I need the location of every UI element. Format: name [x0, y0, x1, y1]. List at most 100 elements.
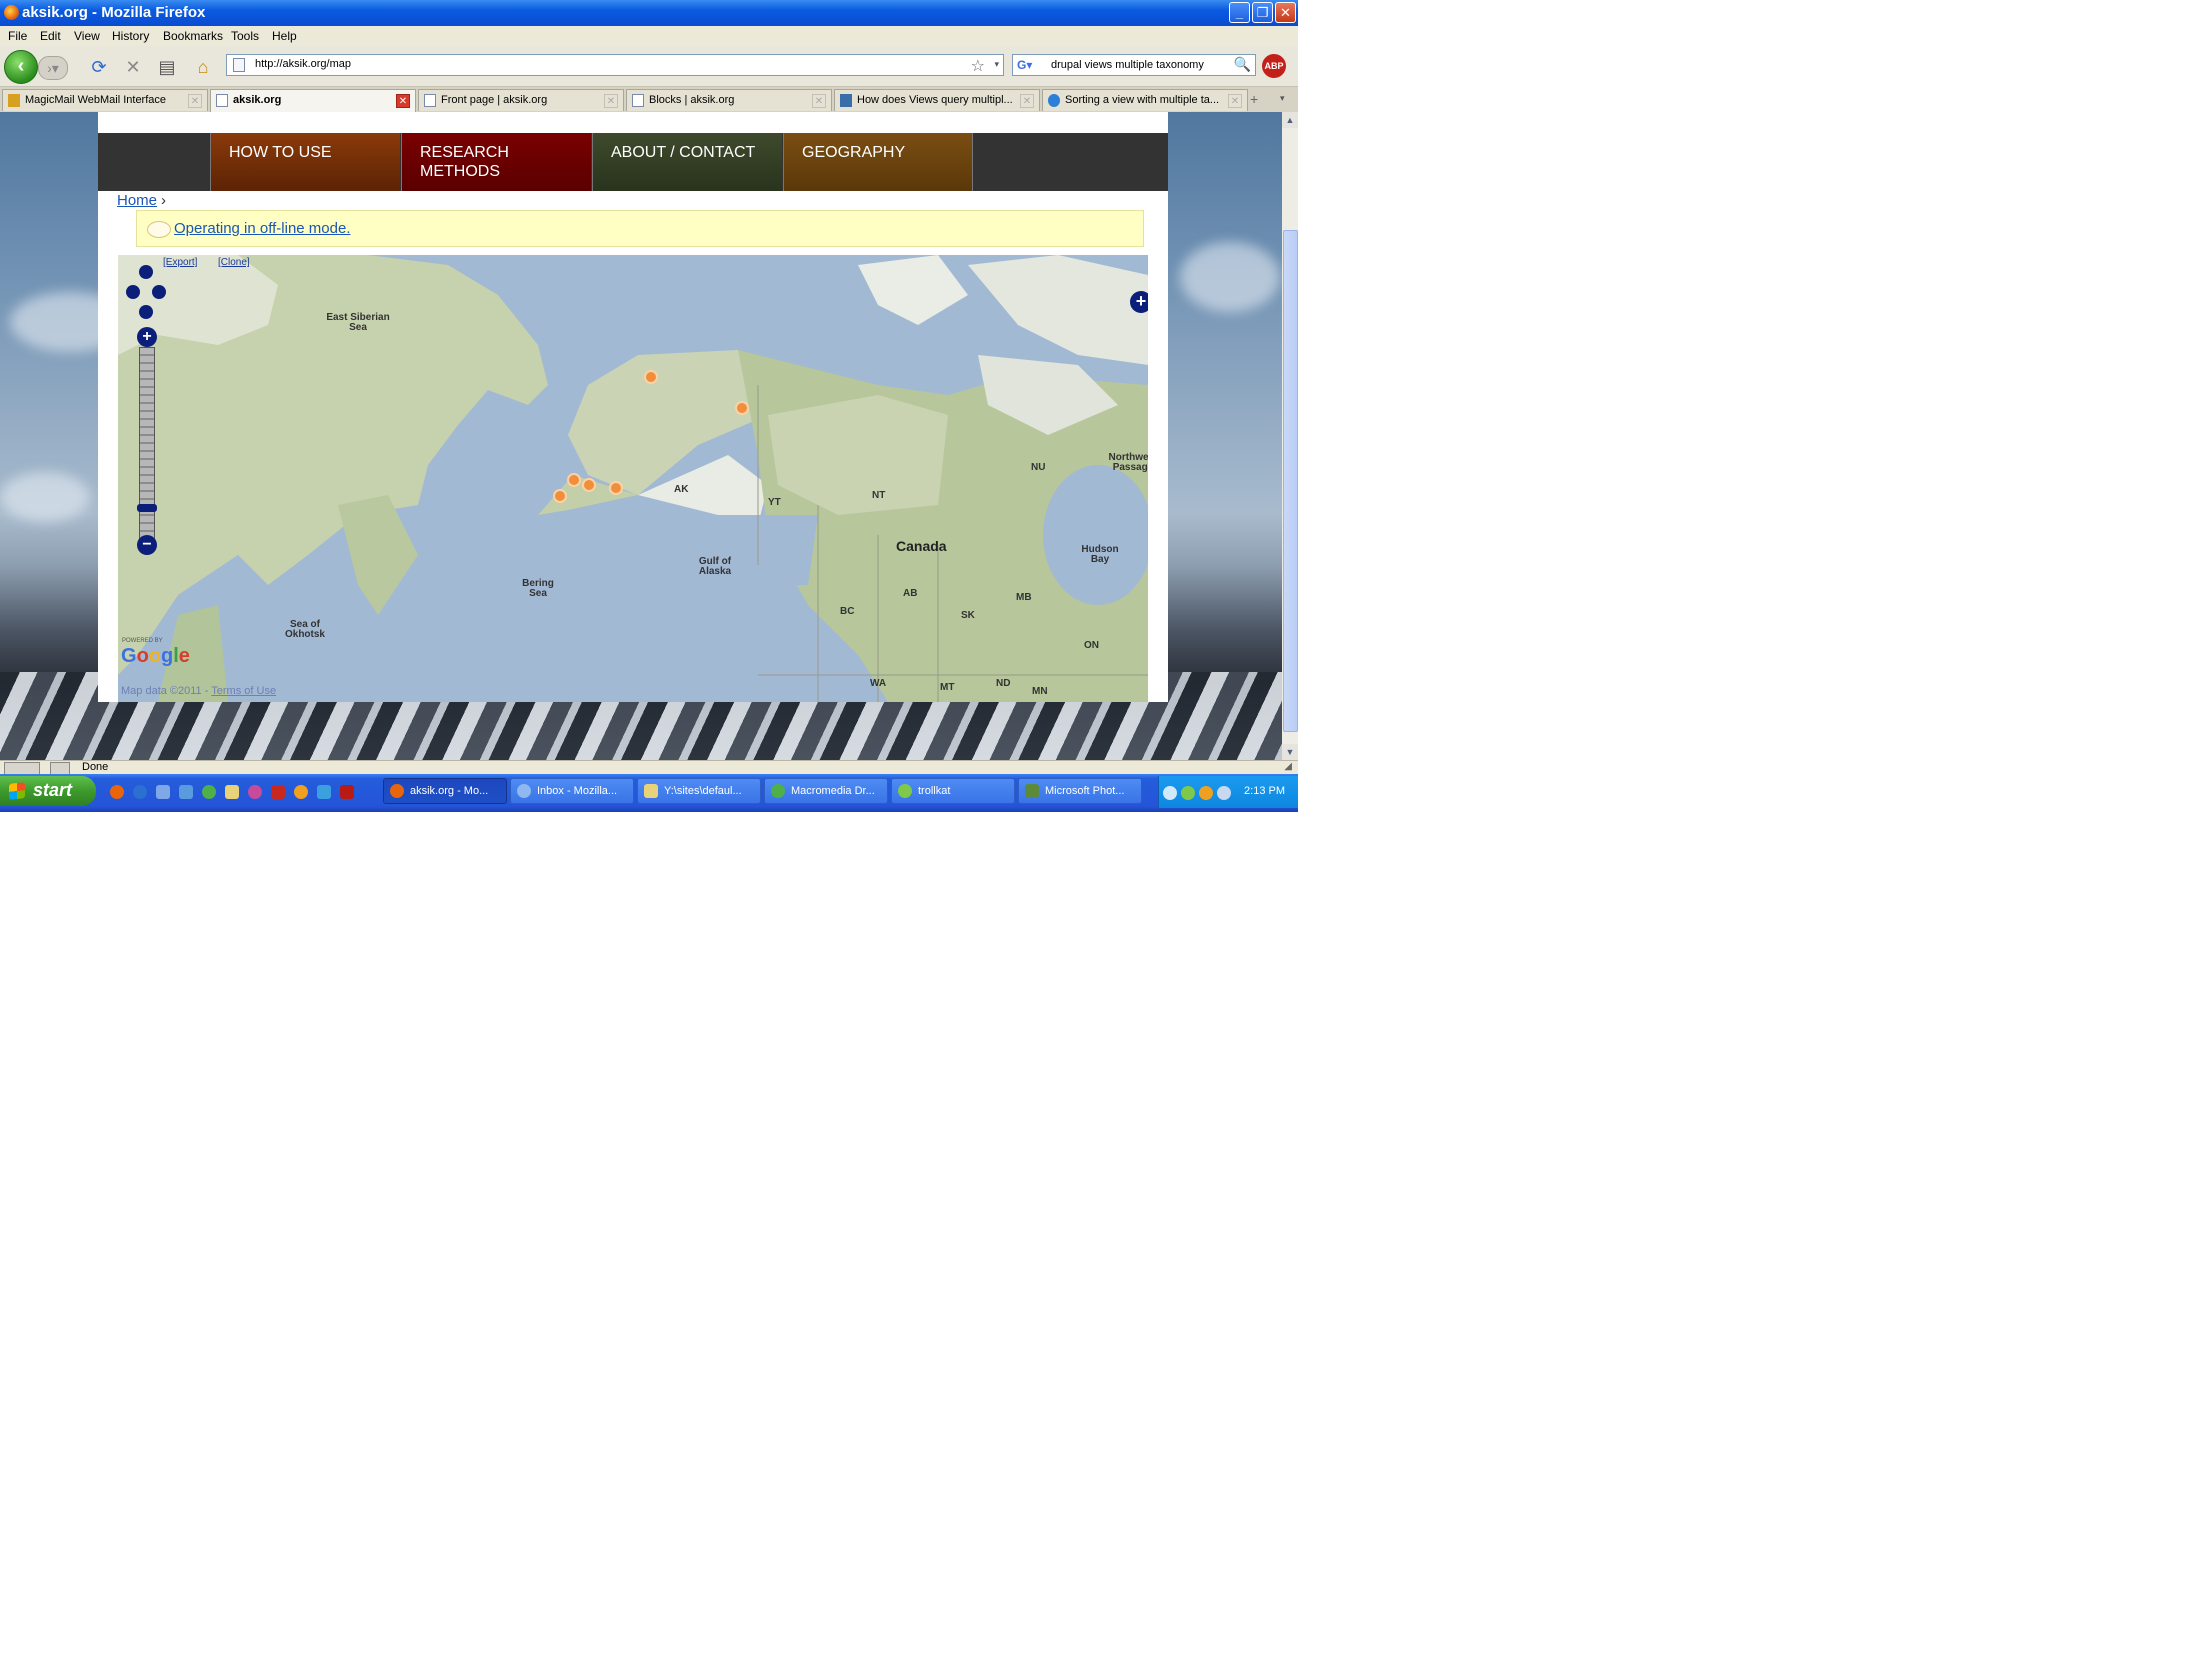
pan-up-icon[interactable] [139, 265, 153, 279]
menu-edit[interactable]: Edit [40, 29, 61, 43]
label-nt: NT [872, 490, 886, 501]
maximize-button[interactable]: ❐ [1252, 2, 1273, 23]
firefox-quicklaunch-icon[interactable] [110, 785, 124, 799]
new-tab-icon[interactable]: + [1250, 91, 1258, 107]
tab-close-icon[interactable]: ✕ [812, 94, 826, 108]
close-button[interactable]: ✕ [1275, 2, 1296, 23]
taskbar-clock[interactable]: 2:13 PM [1244, 785, 1285, 797]
url-dropdown-icon[interactable]: ▾ [994, 59, 999, 70]
tab-close-icon[interactable]: ✕ [188, 94, 202, 108]
app-quicklaunch-icon[interactable] [248, 785, 262, 799]
menu-history[interactable]: History [112, 29, 149, 43]
app2-quicklaunch-icon[interactable] [294, 785, 308, 799]
tab-close-icon[interactable]: ✕ [1228, 94, 1242, 108]
url-bar[interactable]: http://aksik.org/map ☆ ▾ [226, 54, 1004, 76]
pan-left-icon[interactable] [126, 285, 140, 299]
show-desktop-quicklaunch-icon[interactable] [156, 785, 170, 799]
tab-close-icon[interactable]: ✕ [396, 94, 410, 108]
map-marker[interactable] [735, 401, 749, 415]
layer-switcher-icon[interactable]: + [1130, 291, 1148, 313]
folder-quicklaunch-icon[interactable] [225, 785, 239, 799]
bookmark-star-icon[interactable]: ☆ [971, 56, 985, 76]
thunderbird-quicklaunch-icon[interactable] [133, 785, 147, 799]
menu-bookmarks[interactable]: Bookmarks [163, 29, 223, 43]
map-pan-control[interactable] [126, 265, 166, 321]
tray-expand-icon[interactable] [1163, 786, 1177, 800]
url-text[interactable]: http://aksik.org/map [255, 58, 351, 70]
menu-tools[interactable]: Tools [231, 29, 259, 43]
pan-down-icon[interactable] [139, 305, 153, 319]
pan-right-icon[interactable] [152, 285, 166, 299]
reload-icon[interactable]: ⟳ [88, 56, 110, 78]
vertical-scrollbar[interactable]: ▲ ▼ [1282, 112, 1298, 760]
taskbar-item-firefox[interactable]: aksik.org - Mo... [383, 778, 507, 804]
map-marker[interactable] [609, 481, 623, 495]
tab-aksik[interactable]: aksik.org ✕ [210, 89, 416, 112]
start-label: start [33, 780, 73, 800]
minimize-button[interactable]: _ [1229, 2, 1250, 23]
tab-close-icon[interactable]: ✕ [1020, 94, 1034, 108]
tab-front-page[interactable]: Front page | aksik.org ✕ [418, 89, 624, 111]
tab-magicmail[interactable]: MagicMail WebMail Interface ✕ [2, 89, 208, 111]
map-attribution: Map data ©2011 - Terms of Use [121, 685, 276, 697]
map-clone-link[interactable]: [Clone] [218, 257, 250, 268]
home-icon[interactable]: ⌂ [192, 56, 214, 78]
tab-blocks[interactable]: Blocks | aksik.org ✕ [626, 89, 832, 111]
breadcrumb-home-link[interactable]: Home [117, 192, 157, 209]
scroll-up-icon[interactable]: ▲ [1282, 112, 1298, 128]
stop-icon[interactable]: ✕ [122, 56, 144, 78]
tab-list-dropdown-icon[interactable]: ▾ [1280, 93, 1285, 104]
adblock-plus-icon[interactable]: ABP [1262, 54, 1286, 78]
tray-volume-icon[interactable] [1217, 786, 1231, 800]
tray-app-icon[interactable] [1199, 786, 1213, 800]
scroll-down-icon[interactable]: ▼ [1282, 744, 1298, 760]
nav-how-to-use[interactable]: HOW TO USE [210, 133, 400, 191]
zoom-out-icon[interactable]: − [137, 535, 157, 555]
taskbar-item-folder[interactable]: Y:\sites\defaul... [637, 778, 761, 804]
google-search-icon[interactable]: G▾ [1017, 58, 1032, 72]
acrobat-quicklaunch-icon[interactable] [271, 785, 285, 799]
menu-file[interactable]: File [8, 29, 27, 43]
menu-view[interactable]: View [74, 29, 100, 43]
tab-label: Front page | aksik.org [441, 94, 548, 106]
zoom-in-icon[interactable]: + [137, 327, 157, 347]
taskbar-item-trollkat[interactable]: trollkat [891, 778, 1015, 804]
tab-close-icon[interactable]: ✕ [604, 94, 618, 108]
tab-label: MagicMail WebMail Interface [25, 94, 167, 106]
drupal-icon [840, 94, 852, 107]
scrollbar-thumb[interactable] [1283, 230, 1298, 732]
forward-button[interactable]: ›▾ [38, 56, 68, 80]
tab-views-query[interactable]: How does Views query multipl... ✕ [834, 89, 1040, 111]
map-export-link[interactable]: [Export] [163, 257, 197, 268]
ie-quicklaunch-icon[interactable] [179, 785, 193, 799]
app3-quicklaunch-icon[interactable] [317, 785, 331, 799]
search-input[interactable]: G▾ drupal views multiple taxonomy 🔍 [1012, 54, 1256, 76]
search-icon[interactable]: 🔍 [1234, 56, 1251, 73]
offline-mode-link[interactable]: Operating in off-line mode. [174, 220, 351, 237]
menu-help[interactable]: Help [272, 29, 297, 43]
nav-about-contact[interactable]: ABOUT / CONTACT [592, 133, 782, 191]
filezilla-quicklaunch-icon[interactable] [340, 785, 354, 799]
map-view[interactable]: [Export] [Clone] East Siberian Sea Berin… [118, 255, 1148, 702]
tray-network-icon[interactable] [1181, 786, 1195, 800]
taskbar-item-dreamweaver[interactable]: Macromedia Dr... [764, 778, 888, 804]
map-marker[interactable] [644, 370, 658, 384]
map-data-text: Map data ©2011 - [121, 685, 209, 697]
map-marker[interactable] [567, 473, 581, 487]
nav-research-methods[interactable]: RESEARCH METHODS [401, 133, 591, 191]
taskbar-item-inbox[interactable]: Inbox - Mozilla... [510, 778, 634, 804]
taskbar-item-photo[interactable]: Microsoft Phot... [1018, 778, 1142, 804]
resize-grip-icon[interactable]: ◢ [1284, 761, 1292, 772]
back-button[interactable]: ‹ [4, 50, 38, 84]
terms-of-use-link[interactable]: Terms of Use [211, 685, 276, 697]
start-button[interactable]: start [0, 776, 96, 806]
zoom-slider-handle[interactable] [137, 504, 157, 512]
search-query[interactable]: drupal views multiple taxonomy [1051, 59, 1204, 71]
map-zoom-control[interactable]: + − [137, 327, 157, 563]
nav-geography[interactable]: GEOGRAPHY [783, 133, 973, 191]
map-marker[interactable] [582, 478, 596, 492]
map-marker[interactable] [553, 489, 567, 503]
tab-sorting-view[interactable]: Sorting a view with multiple ta... ✕ [1042, 89, 1248, 111]
print-icon[interactable]: ▤ [156, 56, 178, 78]
dreamweaver-quicklaunch-icon[interactable] [202, 785, 216, 799]
